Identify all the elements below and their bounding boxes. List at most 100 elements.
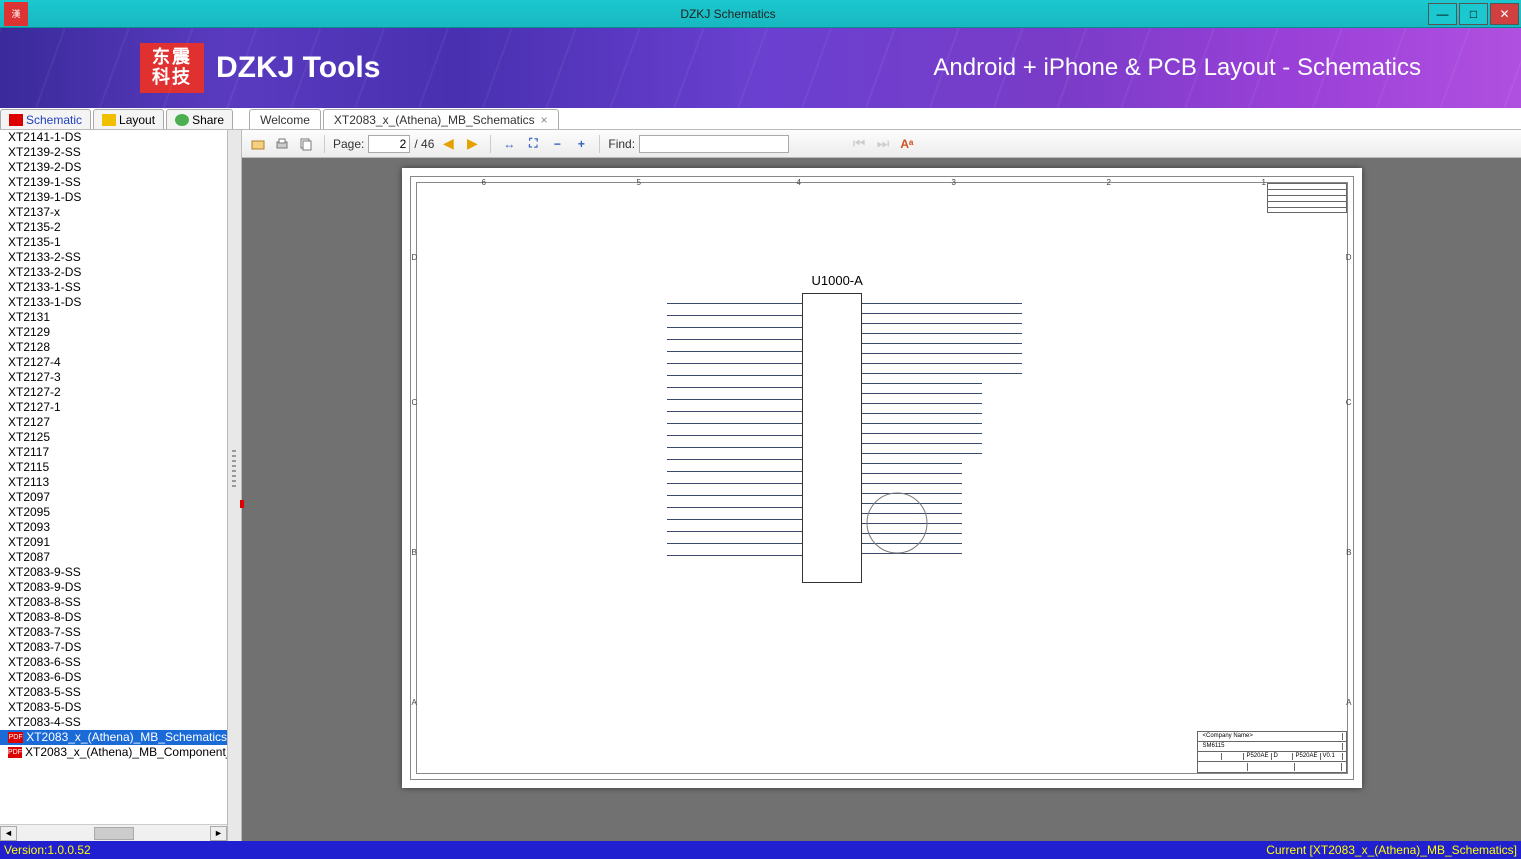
tb-rev: D <box>1272 753 1294 760</box>
tree-item[interactable]: XT2128 <box>0 340 227 355</box>
find-next-button[interactable]: ⏭ <box>873 134 893 154</box>
splitter[interactable] <box>228 130 242 841</box>
tree-item[interactable]: XT2083-5-DS <box>0 700 227 715</box>
tree-item[interactable]: XT2083-4-SS <box>0 715 227 730</box>
tb-ver: V0.1 <box>1321 753 1343 760</box>
tree-item[interactable]: XT2127-1 <box>0 400 227 415</box>
zoom-out-button[interactable]: − <box>547 134 567 154</box>
doc-tab-welcome[interactable]: Welcome <box>249 109 321 129</box>
tree-item[interactable]: XT2083-8-SS <box>0 595 227 610</box>
tree-item[interactable]: XT2127 <box>0 415 227 430</box>
tree-item[interactable]: XT2133-2-SS <box>0 250 227 265</box>
tree-item[interactable]: XT2083-6-DS <box>0 670 227 685</box>
tree-item[interactable]: XT2083-5-SS <box>0 685 227 700</box>
tree-item[interactable]: XT2139-1-SS <box>0 175 227 190</box>
fit-page-button[interactable]: ⛶ <box>523 134 543 154</box>
scroll-thumb[interactable] <box>94 827 134 840</box>
tree-item[interactable]: XT2091 <box>0 535 227 550</box>
tree-item[interactable]: XT2097 <box>0 490 227 505</box>
tree-item[interactable]: XT2083-7-SS <box>0 625 227 640</box>
canvas-area[interactable]: 6 5 4 3 2 1 D D C C B B A A U1000-A <box>242 158 1521 841</box>
tree-item-pdf[interactable]: PDFXT2083_x_(Athena)_MB_Schematics <box>0 730 227 745</box>
tree-item[interactable]: XT2139-2-DS <box>0 160 227 175</box>
minimize-button[interactable]: — <box>1428 3 1457 25</box>
tree-item[interactable]: XT2125 <box>0 430 227 445</box>
find-input[interactable] <box>639 135 789 153</box>
tree-item[interactable]: XT2083-8-DS <box>0 610 227 625</box>
scroll-right-button[interactable]: ► <box>210 826 227 841</box>
col-6: 6 <box>482 178 486 187</box>
tree-item[interactable]: XT2087 <box>0 550 227 565</box>
row-b-r: B <box>1346 548 1351 557</box>
window-title: DZKJ Schematics <box>28 7 1428 21</box>
title-block: <Company Name> SM6115 P520AEDP520AEV0.1 <box>1197 731 1347 773</box>
doc-tab-welcome-label: Welcome <box>260 113 310 127</box>
tree-item[interactable]: XT2127-2 <box>0 385 227 400</box>
viewer-toolbar: Page: / 46 ◀ ▶ ↔ ⛶ − + Find: ⏮ ⏭ Aᵃ <box>242 130 1521 158</box>
tree-item[interactable]: XT2133-2-DS <box>0 265 227 280</box>
col-2: 2 <box>1107 178 1111 187</box>
tree-item[interactable]: XT2135-2 <box>0 220 227 235</box>
tree-item[interactable]: XT2129 <box>0 325 227 340</box>
tree-item[interactable]: XT2133-1-SS <box>0 280 227 295</box>
maximize-button[interactable]: □ <box>1459 3 1488 25</box>
pdf-icon: PDF <box>8 747 22 758</box>
page-label: Page: <box>333 137 364 151</box>
tab-layout[interactable]: Layout <box>93 109 164 129</box>
schematic-sheet: 6 5 4 3 2 1 D D C C B B A A U1000-A <box>402 168 1362 788</box>
row-d-r: D <box>1346 253 1352 262</box>
print-button[interactable] <box>272 134 292 154</box>
logo: 东震 科技 <box>140 43 204 93</box>
pads-icon <box>102 114 116 126</box>
tree-item-pdf[interactable]: PDFXT2083_x_(Athena)_MB_Component_Loc <box>0 745 227 760</box>
tree-item[interactable]: XT2141-1-DS <box>0 130 227 145</box>
revision-box <box>1267 183 1347 213</box>
tree-view[interactable]: XT2141-1-DSXT2139-2-SSXT2139-2-DSXT2139-… <box>0 130 227 824</box>
close-button[interactable]: ✕ <box>1490 3 1519 25</box>
tab-share[interactable]: Share <box>166 109 233 129</box>
fit-width-button[interactable]: ↔ <box>499 134 519 154</box>
tb-company: <Company Name> <box>1201 733 1343 740</box>
tree-item[interactable]: XT2135-1 <box>0 235 227 250</box>
copy-button[interactable] <box>296 134 316 154</box>
sidebar: XT2141-1-DSXT2139-2-SSXT2139-2-DSXT2139-… <box>0 130 228 841</box>
tree-item[interactable]: XT2083-9-SS <box>0 565 227 580</box>
open-button[interactable] <box>248 134 268 154</box>
tree-item[interactable]: XT2083-9-DS <box>0 580 227 595</box>
row-a-l: A <box>412 698 417 707</box>
tree-item[interactable]: XT2115 <box>0 460 227 475</box>
tab-schematic[interactable]: Schematic <box>0 109 91 129</box>
tree-item[interactable]: XT2083-6-SS <box>0 655 227 670</box>
tb-part: SM6115 <box>1201 743 1343 750</box>
tree-item[interactable]: XT2117 <box>0 445 227 460</box>
prev-page-button[interactable]: ◀ <box>438 134 458 154</box>
doc-tab-schematics[interactable]: XT2083_x_(Athena)_MB_Schematics× <box>323 109 559 129</box>
tree-item[interactable]: XT2137-x <box>0 205 227 220</box>
row-d-l: D <box>412 253 418 262</box>
tree-item[interactable]: XT2139-2-SS <box>0 145 227 160</box>
tree-item[interactable]: XT2093 <box>0 520 227 535</box>
page-input[interactable] <box>368 135 410 153</box>
tree-item[interactable]: XT2139-1-DS <box>0 190 227 205</box>
scroll-track[interactable] <box>17 826 210 841</box>
tab-close-icon[interactable]: × <box>541 113 548 127</box>
next-page-button[interactable]: ▶ <box>462 134 482 154</box>
chip-outline <box>802 293 862 583</box>
find-prev-button[interactable]: ⏮ <box>849 134 869 154</box>
tree-item[interactable]: XT2133-1-DS <box>0 295 227 310</box>
row-c-l: C <box>412 398 418 407</box>
pdf-icon <box>9 114 23 126</box>
tree-item[interactable]: XT2083-7-DS <box>0 640 227 655</box>
scroll-left-button[interactable]: ◄ <box>0 826 17 841</box>
col-3: 3 <box>952 178 956 187</box>
tree-item[interactable]: XT2113 <box>0 475 227 490</box>
tree-item[interactable]: XT2131 <box>0 310 227 325</box>
tree-item[interactable]: XT2127-3 <box>0 370 227 385</box>
tree-item[interactable]: XT2095 <box>0 505 227 520</box>
row-c-r: C <box>1346 398 1352 407</box>
zoom-in-button[interactable]: + <box>571 134 591 154</box>
tree-item[interactable]: XT2127-4 <box>0 355 227 370</box>
text-size-button[interactable]: Aᵃ <box>897 134 917 154</box>
sidebar-hscroll[interactable]: ◄ ► <box>0 824 227 841</box>
tab-row: Schematic Layout Share Welcome XT2083_x_… <box>0 108 1521 130</box>
